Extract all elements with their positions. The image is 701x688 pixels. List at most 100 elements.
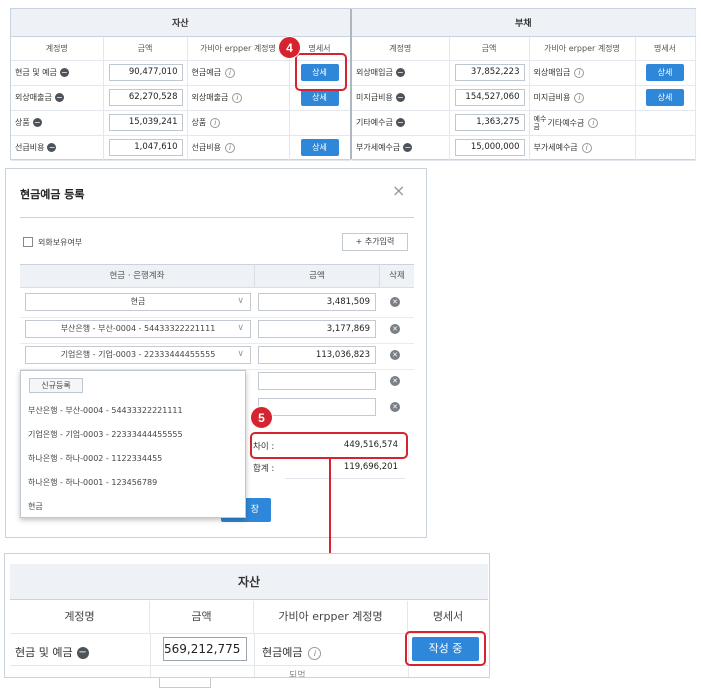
dropdown-option[interactable]: 하나은행 - 하나-0001 - 123456789: [28, 477, 157, 488]
dropdown-option[interactable]: 기업은행 - 기업-0003 - 22333444455555: [28, 429, 183, 440]
col-account: 현금 · 은행계좌: [20, 264, 254, 288]
account-name: 상품: [15, 118, 30, 127]
minus-circle-icon[interactable]: −: [395, 68, 405, 77]
minus-circle-icon[interactable]: −: [47, 143, 57, 152]
chevron-down-icon: ∨: [237, 323, 244, 333]
account-name: 현금 및 예금: [15, 68, 57, 77]
info-icon[interactable]: i: [588, 117, 599, 128]
balance-sheet-panel: 자산 계정명 금액 가비아 erpper 계정명 명세서 현금 및 예금 − 90…: [10, 8, 696, 161]
zoom-amount-field[interactable]: 569,212,775: [163, 637, 247, 661]
row-divider: [20, 317, 414, 318]
assets-section-title: 자산: [11, 9, 351, 37]
minus-circle-icon[interactable]: −: [76, 647, 89, 659]
detail-button[interactable]: 상세: [646, 89, 684, 106]
cut-off-text: 되먹: [289, 671, 306, 678]
table-row: 상품 − 15,039,241 상품 i: [11, 110, 351, 136]
account-name: 부가세예수금: [356, 143, 401, 152]
table-row: 기타예수금 − 1,363,275 예수 금 기타예수금 i: [352, 110, 696, 136]
erp-account-name: 현금예금: [191, 68, 221, 77]
row-divider: [20, 343, 414, 344]
account-dropdown: 신규등록 부산은행 - 부산-0004 - 54433322221111 기업은…: [20, 370, 246, 518]
col-divider: [150, 633, 151, 677]
minus-circle-icon[interactable]: −: [403, 143, 413, 152]
info-icon[interactable]: i: [224, 142, 235, 153]
dropdown-option[interactable]: 현금: [28, 501, 43, 512]
detail-button[interactable]: 상세: [300, 139, 339, 156]
amount-field[interactable]: 1,047,610: [108, 139, 183, 156]
amount-input[interactable]: 113,036,823: [258, 346, 376, 364]
amount-field[interactable]: 154,527,060: [454, 89, 525, 106]
delete-row-icon[interactable]: ✕: [390, 297, 400, 307]
highlight-box-step4: [295, 53, 347, 91]
zoom-account-name: 현금 및 예금 −: [15, 644, 89, 660]
delete-row-icon[interactable]: ✕: [390, 350, 400, 360]
delete-row-icon[interactable]: ✕: [390, 402, 400, 412]
amount-input[interactable]: 3,177,869: [258, 320, 376, 338]
amount-input[interactable]: 3,481,509: [258, 293, 376, 311]
minus-circle-icon[interactable]: −: [395, 93, 405, 102]
minus-circle-icon[interactable]: −: [59, 68, 69, 77]
amount-field[interactable]: 62,270,528: [108, 89, 183, 106]
minus-circle-icon[interactable]: −: [395, 118, 405, 127]
zoom-col-statement: 명세서: [432, 610, 464, 623]
foreign-currency-checkbox[interactable]: [23, 237, 33, 247]
info-icon[interactable]: i: [210, 117, 221, 128]
zoom-account-name-text: 현금 및 예금: [15, 646, 73, 659]
amount-input[interactable]: [258, 372, 376, 390]
account-select[interactable]: 부산은행 - 부산-0004 - 54433322221111 ∨: [25, 320, 251, 338]
zoom-col-erp-name: 가비아 erpper 계정명: [254, 601, 408, 633]
zoom-col-amount: 금액: [150, 601, 254, 633]
zoom-erp-account: 현금예금 i: [262, 644, 322, 660]
info-icon[interactable]: i: [308, 646, 322, 660]
amount-field[interactable]: 90,477,010: [108, 64, 183, 81]
writing-in-progress-button[interactable]: 작성 중: [412, 637, 479, 661]
account-name: 미지급비용: [356, 93, 393, 102]
account-select[interactable]: 기업은행 - 기업-0003 - 22333444455555 ∨: [25, 346, 251, 364]
info-icon[interactable]: i: [224, 67, 235, 78]
account-name: 외상매입금: [356, 68, 393, 77]
chevron-down-icon: ∨: [237, 349, 244, 359]
dropdown-option[interactable]: 부산은행 - 부산-0004 - 54433322221111: [28, 405, 183, 416]
amount-field[interactable]: 15,039,241: [108, 114, 183, 131]
col-erp-name: 가비아 erpper 계정명: [529, 36, 636, 61]
account-select[interactable]: 현금 ∨: [25, 293, 251, 311]
new-account-button[interactable]: 신규등록: [29, 378, 83, 393]
info-icon[interactable]: i: [581, 142, 592, 153]
col-statement: 명세서: [635, 36, 696, 61]
col-amount: 금액: [103, 36, 188, 61]
minus-circle-icon[interactable]: −: [54, 93, 64, 102]
col-amount: 금액: [254, 264, 379, 288]
add-row-button[interactable]: + 추가입력: [342, 233, 408, 251]
total-label: 합계 :: [253, 464, 275, 474]
amount-input[interactable]: [258, 398, 376, 416]
erp-account-prefix: 예수 금: [533, 114, 547, 131]
col-account-name: 계정명: [352, 36, 450, 61]
col-account-name: 계정명: [11, 36, 104, 61]
liabilities-section-title: 부채: [352, 9, 696, 37]
detail-button[interactable]: 상세: [646, 64, 684, 81]
delete-row-icon[interactable]: ✕: [390, 324, 400, 334]
close-icon[interactable]: ×: [392, 183, 405, 199]
total-underline: [285, 478, 405, 479]
account-select-value: 부산은행 - 부산-0004 - 54433322221111: [60, 324, 216, 333]
detail-button[interactable]: 상세: [300, 89, 339, 106]
account-name: 외상매출금: [15, 93, 52, 102]
table-row: 선급비용 − 1,047,610 선급비용 i 상세: [11, 135, 351, 161]
amount-field[interactable]: 1,363,275: [454, 114, 525, 131]
liabilities-table: 부채 계정명 금액 가비아 erpper 계정명 명세서 외상매입금 − 37,8…: [352, 9, 696, 161]
amount-field[interactable]: 15,000,000: [454, 139, 525, 156]
table-row: 외상매입금 − 37,852,223 외상매입금 i 상세: [352, 60, 696, 86]
info-icon[interactable]: i: [232, 92, 243, 103]
minus-circle-icon[interactable]: −: [32, 118, 42, 127]
erp-account-name: 기타예수금: [547, 118, 585, 127]
delete-row-icon[interactable]: ✕: [390, 376, 400, 386]
account-select-value: 현금: [130, 297, 146, 306]
highlight-box-step5: [250, 432, 408, 459]
modal-divider: [20, 217, 414, 218]
erp-account-name: 상품: [191, 118, 207, 127]
amount-field[interactable]: 37,852,223: [454, 64, 525, 81]
dropdown-option[interactable]: 하나은행 - 하나-0002 - 1122334455: [28, 453, 162, 464]
info-icon[interactable]: i: [574, 67, 585, 78]
erp-account-name: 선급비용: [191, 143, 221, 152]
info-icon[interactable]: i: [574, 92, 585, 103]
